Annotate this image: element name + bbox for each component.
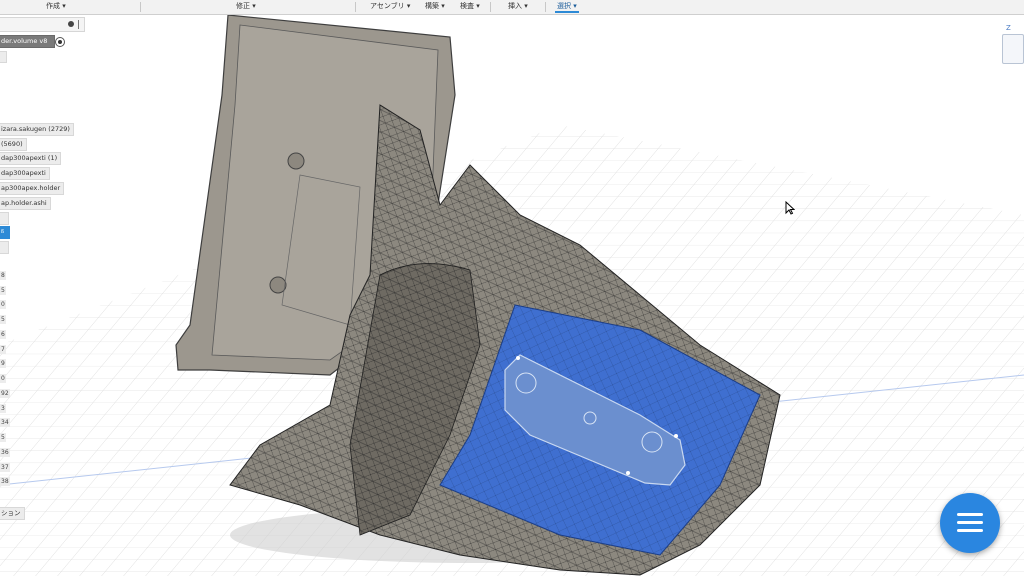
tree-item-holder-volume[interactable]: der.volume v8 bbox=[0, 35, 55, 48]
timeline-row-number: 7 bbox=[0, 345, 6, 354]
browser-panel: ł der.volume v8 izara.sakugen (2729) (56… bbox=[0, 16, 90, 556]
timeline-row-number: 92 bbox=[0, 389, 10, 398]
timeline-row-number: 3 bbox=[0, 404, 6, 413]
toolbar-divider bbox=[140, 2, 141, 12]
menu-construct[interactable]: 構築 ▾ bbox=[423, 1, 447, 11]
timeline-row-number: 6 bbox=[0, 330, 6, 339]
timeline-row-number: 5 bbox=[0, 433, 6, 442]
menu-inspect[interactable]: 検査 ▾ bbox=[458, 1, 482, 11]
browser-header[interactable]: ł bbox=[0, 17, 85, 32]
timeline-row-number: 37 bbox=[0, 463, 10, 472]
tree-stub bbox=[0, 241, 9, 254]
menu-modify[interactable]: 修正 ▾ bbox=[234, 1, 258, 11]
timeline-row-number: 0 bbox=[0, 300, 6, 309]
tree-stub bbox=[0, 51, 7, 63]
tree-item-sakugen[interactable]: izara.sakugen (2729) bbox=[0, 123, 74, 136]
tree-item-apex-holder[interactable]: ap300apex.holder bbox=[0, 182, 65, 195]
model-scene[interactable] bbox=[0, 15, 1024, 576]
hamburger-menu-icon bbox=[957, 529, 983, 532]
toolbar-divider bbox=[545, 2, 546, 12]
tree-item-section[interactable]: ション bbox=[0, 507, 25, 520]
timeline-row-number: 5 bbox=[0, 286, 6, 295]
toolbar-divider bbox=[490, 2, 491, 12]
hamburger-menu-icon bbox=[957, 521, 983, 524]
hamburger-menu-icon bbox=[957, 513, 983, 516]
timeline-row-number: 5 bbox=[0, 315, 6, 324]
tree-item-mesh-count[interactable]: (5690) bbox=[0, 138, 27, 151]
panel-divider: ł bbox=[78, 20, 79, 29]
toolbar-divider bbox=[355, 2, 356, 12]
tree-item-active[interactable]: ß bbox=[0, 226, 10, 239]
timeline-row-number: 34 bbox=[0, 418, 10, 427]
tree-stub bbox=[0, 212, 9, 225]
menu-insert[interactable]: 挿入 ▾ bbox=[506, 1, 530, 11]
menu-assembly[interactable]: アセンブリ ▾ bbox=[368, 1, 412, 11]
visibility-dot-icon[interactable] bbox=[68, 21, 74, 27]
tree-item-apexti-1[interactable]: dap300apexti (1) bbox=[0, 152, 62, 165]
timeline-row-number: 8 bbox=[0, 271, 6, 280]
timeline-row-number: 38 bbox=[0, 477, 10, 486]
menu-create[interactable]: 作成 ▾ bbox=[44, 1, 68, 11]
tree-item-apexti[interactable]: dap300apexti bbox=[0, 167, 50, 180]
z-axis-label: Z bbox=[1006, 24, 1011, 32]
tree-item-holder-ashi[interactable]: ap.holder.ashi bbox=[0, 197, 51, 210]
timeline-row-number: 0 bbox=[0, 374, 6, 383]
viewcube[interactable]: Z bbox=[998, 22, 1024, 68]
timeline-row-number: 9 bbox=[0, 359, 6, 368]
radio-icon[interactable] bbox=[55, 37, 65, 47]
top-toolbar: 作成 ▾ 修正 ▾ アセンブリ ▾ 構築 ▾ 検査 ▾ 挿入 ▾ 選択 ▾ bbox=[0, 0, 1024, 15]
menu-select[interactable]: 選択 ▾ bbox=[555, 1, 579, 13]
mouse-pointer-icon bbox=[785, 200, 796, 219]
3d-viewport[interactable] bbox=[0, 15, 1024, 576]
menu-fab-button[interactable] bbox=[940, 493, 1000, 553]
viewcube-face[interactable] bbox=[1002, 34, 1024, 64]
timeline-row-number: 36 bbox=[0, 448, 10, 457]
